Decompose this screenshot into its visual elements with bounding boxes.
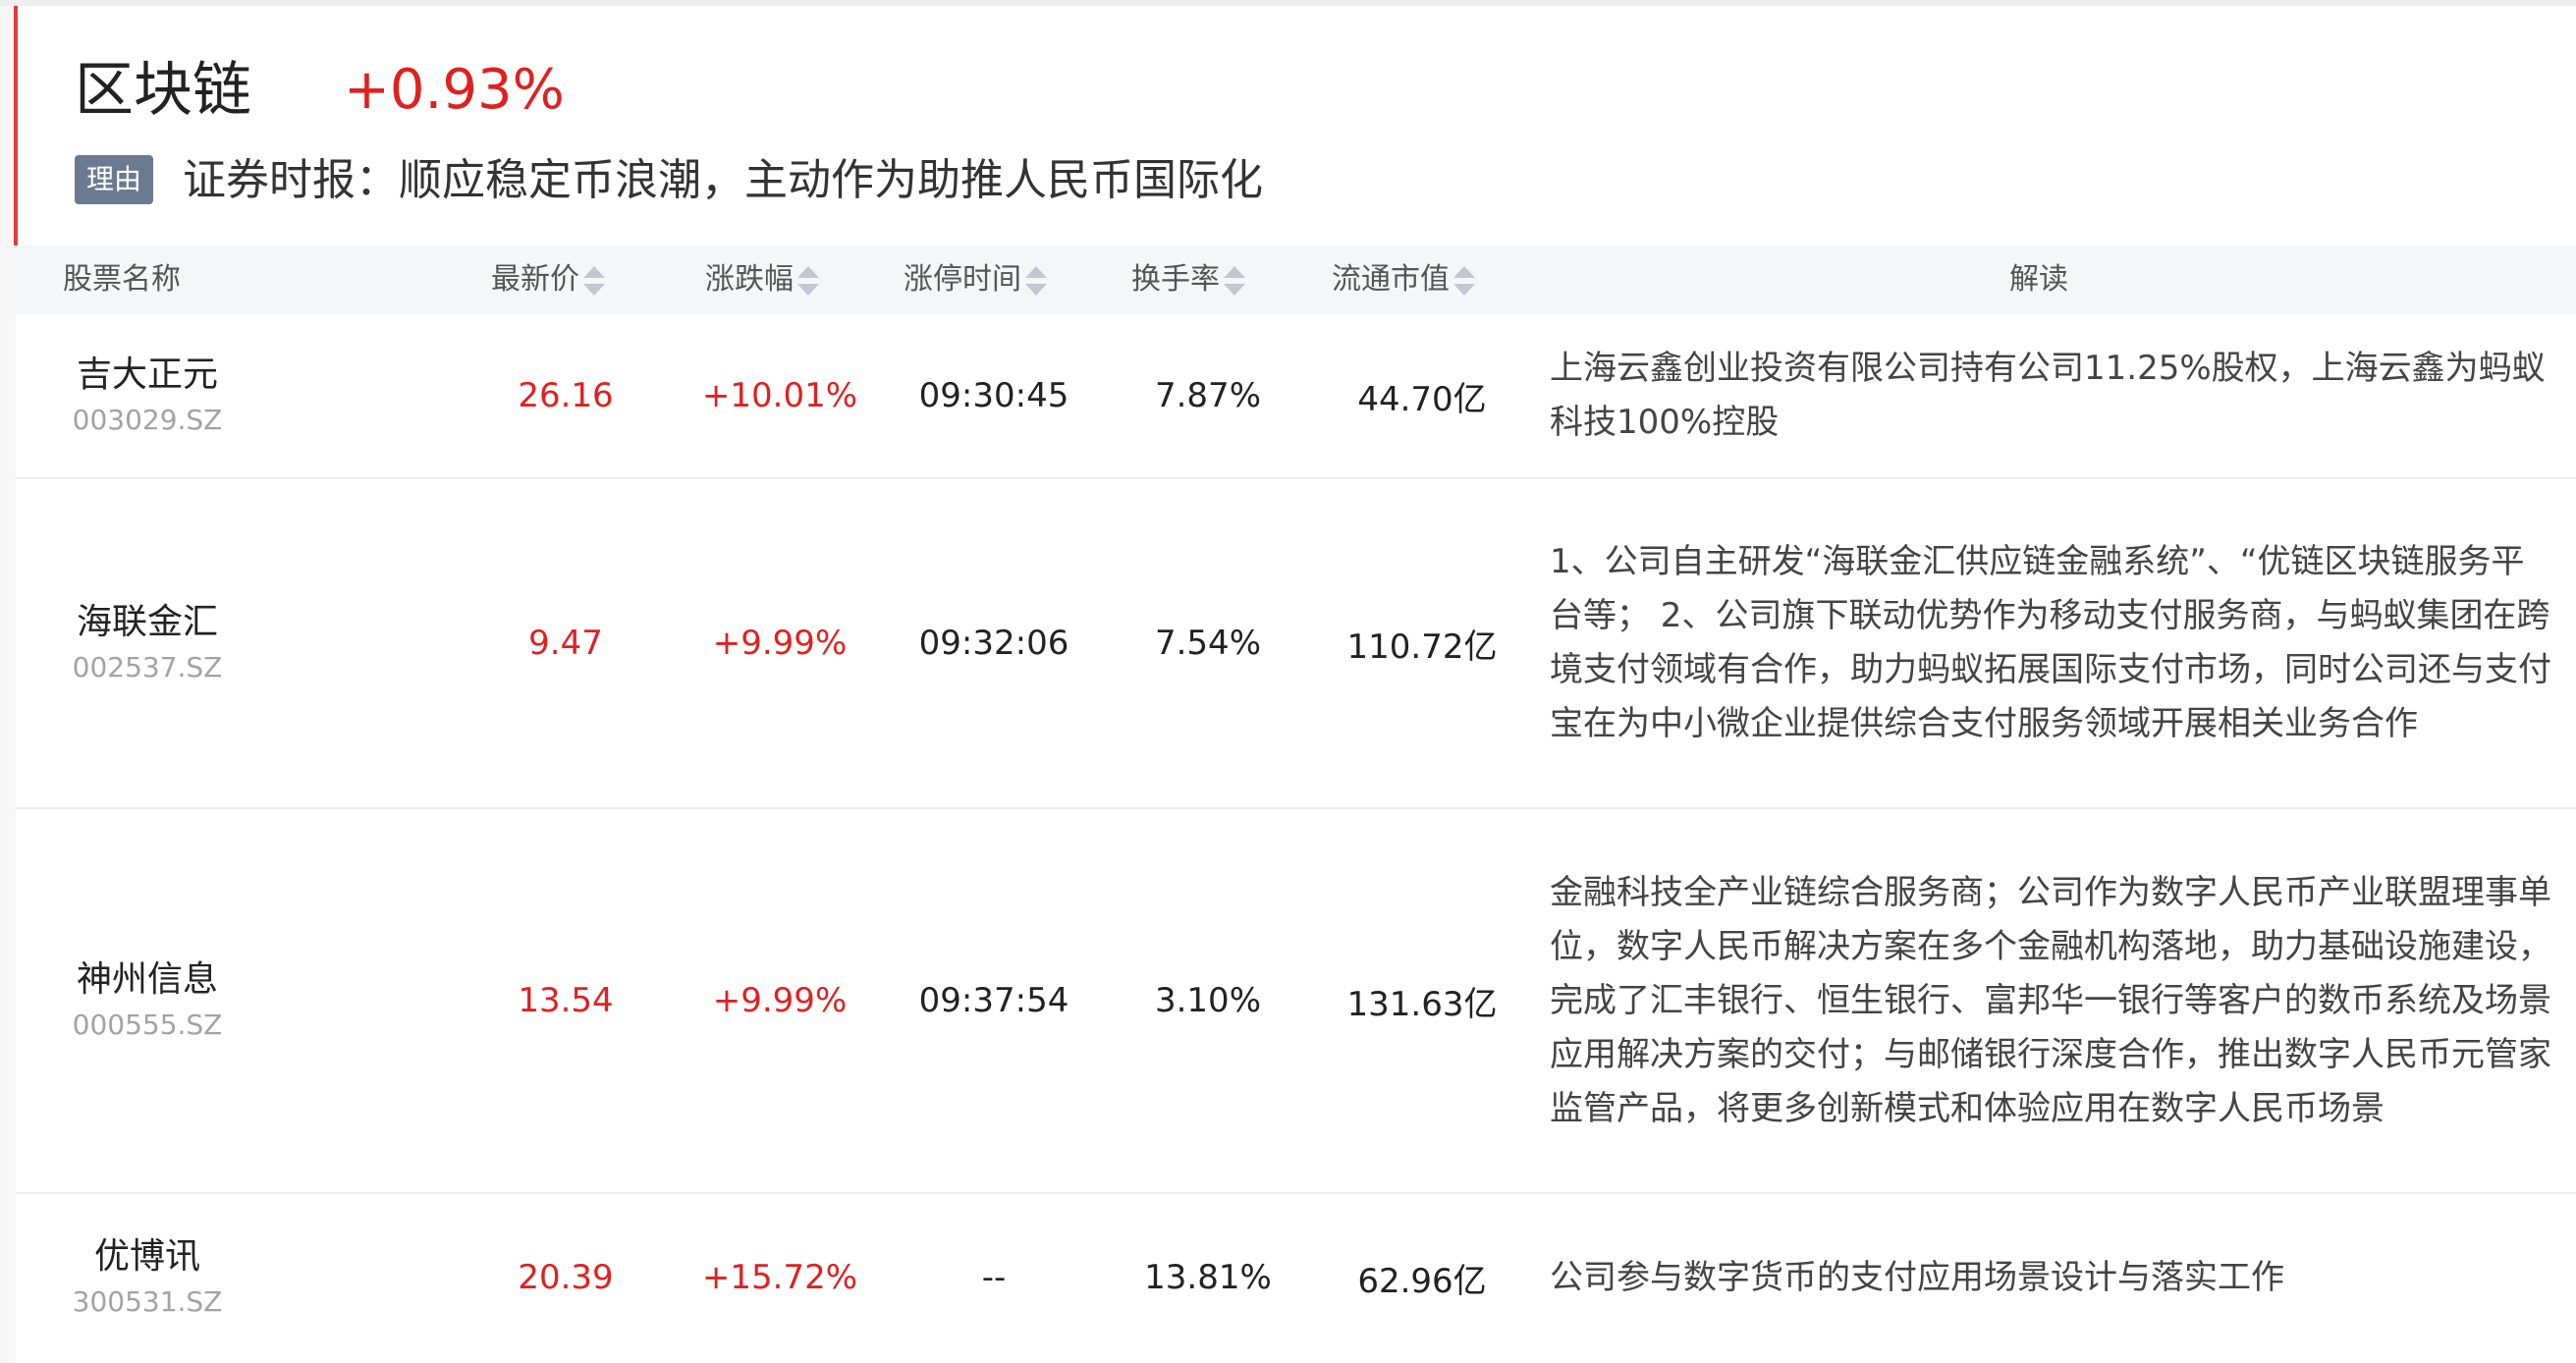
sort-icon[interactable] <box>1453 264 1475 298</box>
table-row[interactable]: 海联金汇 002537.SZ 9.47 +9.99% 09:32:06 7.54… <box>16 479 2576 809</box>
pct-cell: +9.99% <box>712 624 848 663</box>
interp-cell: 1、公司自主研发“海联金汇供应链金融系统”、“优链区块链服务平台等； 2、公司旗… <box>1550 479 2551 807</box>
stock-code: 002537.SZ <box>72 651 223 683</box>
col-limit-time-header[interactable]: 涨停时间 <box>904 245 1047 314</box>
price-cell: 13.54 <box>518 981 614 1020</box>
interp-text: 1、公司自主研发“海联金汇供应链金融系统”、“优链区块链服务平台等； 2、公司旗… <box>1550 542 2551 743</box>
sort-icon[interactable] <box>583 264 605 298</box>
limit-time-cell: 09:30:45 <box>918 376 1069 415</box>
col-mcap-header[interactable]: 流通市值 <box>1332 245 1475 314</box>
price-cell: 9.47 <box>528 624 603 663</box>
interp-cell: 公司参与数字货币的支付应用场景设计与落实工作 <box>1550 1194 2551 1361</box>
interp-cell: 上海云鑫创业投资有限公司持有公司11.25%股权，上海云鑫为蚂蚁科技100%控股 <box>1550 314 2551 477</box>
table-row[interactable]: 优博讯 300531.SZ 20.39 +15.72% -- 13.81% 62… <box>16 1194 2576 1361</box>
col-price-label: 最新价 <box>491 262 579 297</box>
col-price-header[interactable]: 最新价 <box>491 245 605 314</box>
stock-name-cell[interactable]: 神州信息 000555.SZ <box>49 809 246 1192</box>
reason-tag: 理由 <box>75 155 153 204</box>
pct-cell: +10.01% <box>701 376 858 415</box>
interp-cell: 金融科技全产业链综合服务商；公司作为数字人民币产业联盟理事单位，数字人民币解决方… <box>1550 809 2551 1192</box>
stock-name[interactable]: 吉大正元 <box>77 351 218 400</box>
mcap-cell: 62.96亿 <box>1357 1261 1487 1301</box>
limit-time-cell: -- <box>981 1258 1007 1297</box>
limit-time-cell: 09:32:06 <box>918 624 1069 663</box>
limit-time-cell: 09:37:54 <box>918 981 1069 1020</box>
col-pct-label: 涨跌幅 <box>705 262 794 297</box>
stock-code: 003029.SZ <box>72 404 223 436</box>
col-name-header: 股票名称 <box>63 245 181 314</box>
col-interp-label: 解读 <box>2009 262 2068 297</box>
interp-text: 上海云鑫创业投资有限公司持有公司11.25%股权，上海云鑫为蚂蚁科技100%控股 <box>1550 349 2546 442</box>
col-interp-header: 解读 <box>2009 245 2068 314</box>
mcap-cell: 131.63亿 <box>1346 984 1498 1024</box>
reason-text: 证券时报：顺应稳定币浪潮，主动作为助推人民币国际化 <box>183 155 1263 205</box>
col-limit-time-label: 涨停时间 <box>904 262 1021 297</box>
table-header: 股票名称 最新价 涨跌幅 涨停时间 换手率 流通市值 解读 <box>16 245 2576 314</box>
sector-title: 区块链 <box>75 56 251 125</box>
sort-icon[interactable] <box>1025 264 1047 298</box>
accent-bar <box>14 6 18 245</box>
turnover-cell: 7.54% <box>1154 624 1261 663</box>
sort-icon[interactable] <box>1224 264 1245 298</box>
stock-name[interactable]: 海联金汇 <box>77 598 218 647</box>
col-pct-header[interactable]: 涨跌幅 <box>705 245 819 314</box>
col-turnover-header[interactable]: 换手率 <box>1131 245 1245 314</box>
stock-code: 000555.SZ <box>72 1009 223 1041</box>
price-cell: 26.16 <box>518 376 614 415</box>
interp-text: 金融科技全产业链综合服务商；公司作为数字人民币产业联盟理事单位，数字人民币解决方… <box>1550 872 2551 1128</box>
stock-name[interactable]: 神州信息 <box>77 955 218 1005</box>
mcap-cell: 44.70亿 <box>1357 379 1487 419</box>
pct-cell: +9.99% <box>712 981 848 1020</box>
sector-change: +0.93% <box>344 58 565 122</box>
stock-name[interactable]: 优博讯 <box>94 1232 200 1281</box>
stock-table: 股票名称 最新价 涨跌幅 涨停时间 换手率 流通市值 解读 吉大正元 00302… <box>16 245 2576 1361</box>
col-mcap-label: 流通市值 <box>1332 262 1450 297</box>
col-name-label: 股票名称 <box>63 262 181 297</box>
stock-name-cell[interactable]: 吉大正元 003029.SZ <box>49 314 246 477</box>
turnover-cell: 13.81% <box>1144 1258 1272 1297</box>
stock-code: 300531.SZ <box>72 1285 223 1318</box>
table-row[interactable]: 吉大正元 003029.SZ 26.16 +10.01% 09:30:45 7.… <box>16 314 2576 479</box>
table-row[interactable]: 神州信息 000555.SZ 13.54 +9.99% 09:37:54 3.1… <box>16 809 2576 1194</box>
interp-text: 公司参与数字货币的支付应用场景设计与落实工作 <box>1550 1257 2284 1297</box>
turnover-cell: 3.10% <box>1154 981 1261 1020</box>
pct-cell: +15.72% <box>701 1258 858 1297</box>
stock-name-cell[interactable]: 优博讯 300531.SZ <box>49 1194 246 1361</box>
sector-header: 区块链 +0.93% 理由 证券时报：顺应稳定币浪潮，主动作为助推人民币国际化 <box>18 6 2576 245</box>
price-cell: 20.39 <box>518 1258 614 1297</box>
stock-name-cell[interactable]: 海联金汇 002537.SZ <box>49 479 246 807</box>
col-turnover-label: 换手率 <box>1131 262 1220 297</box>
sort-icon[interactable] <box>797 264 819 298</box>
mcap-cell: 110.72亿 <box>1346 627 1498 667</box>
turnover-cell: 7.87% <box>1154 376 1261 415</box>
